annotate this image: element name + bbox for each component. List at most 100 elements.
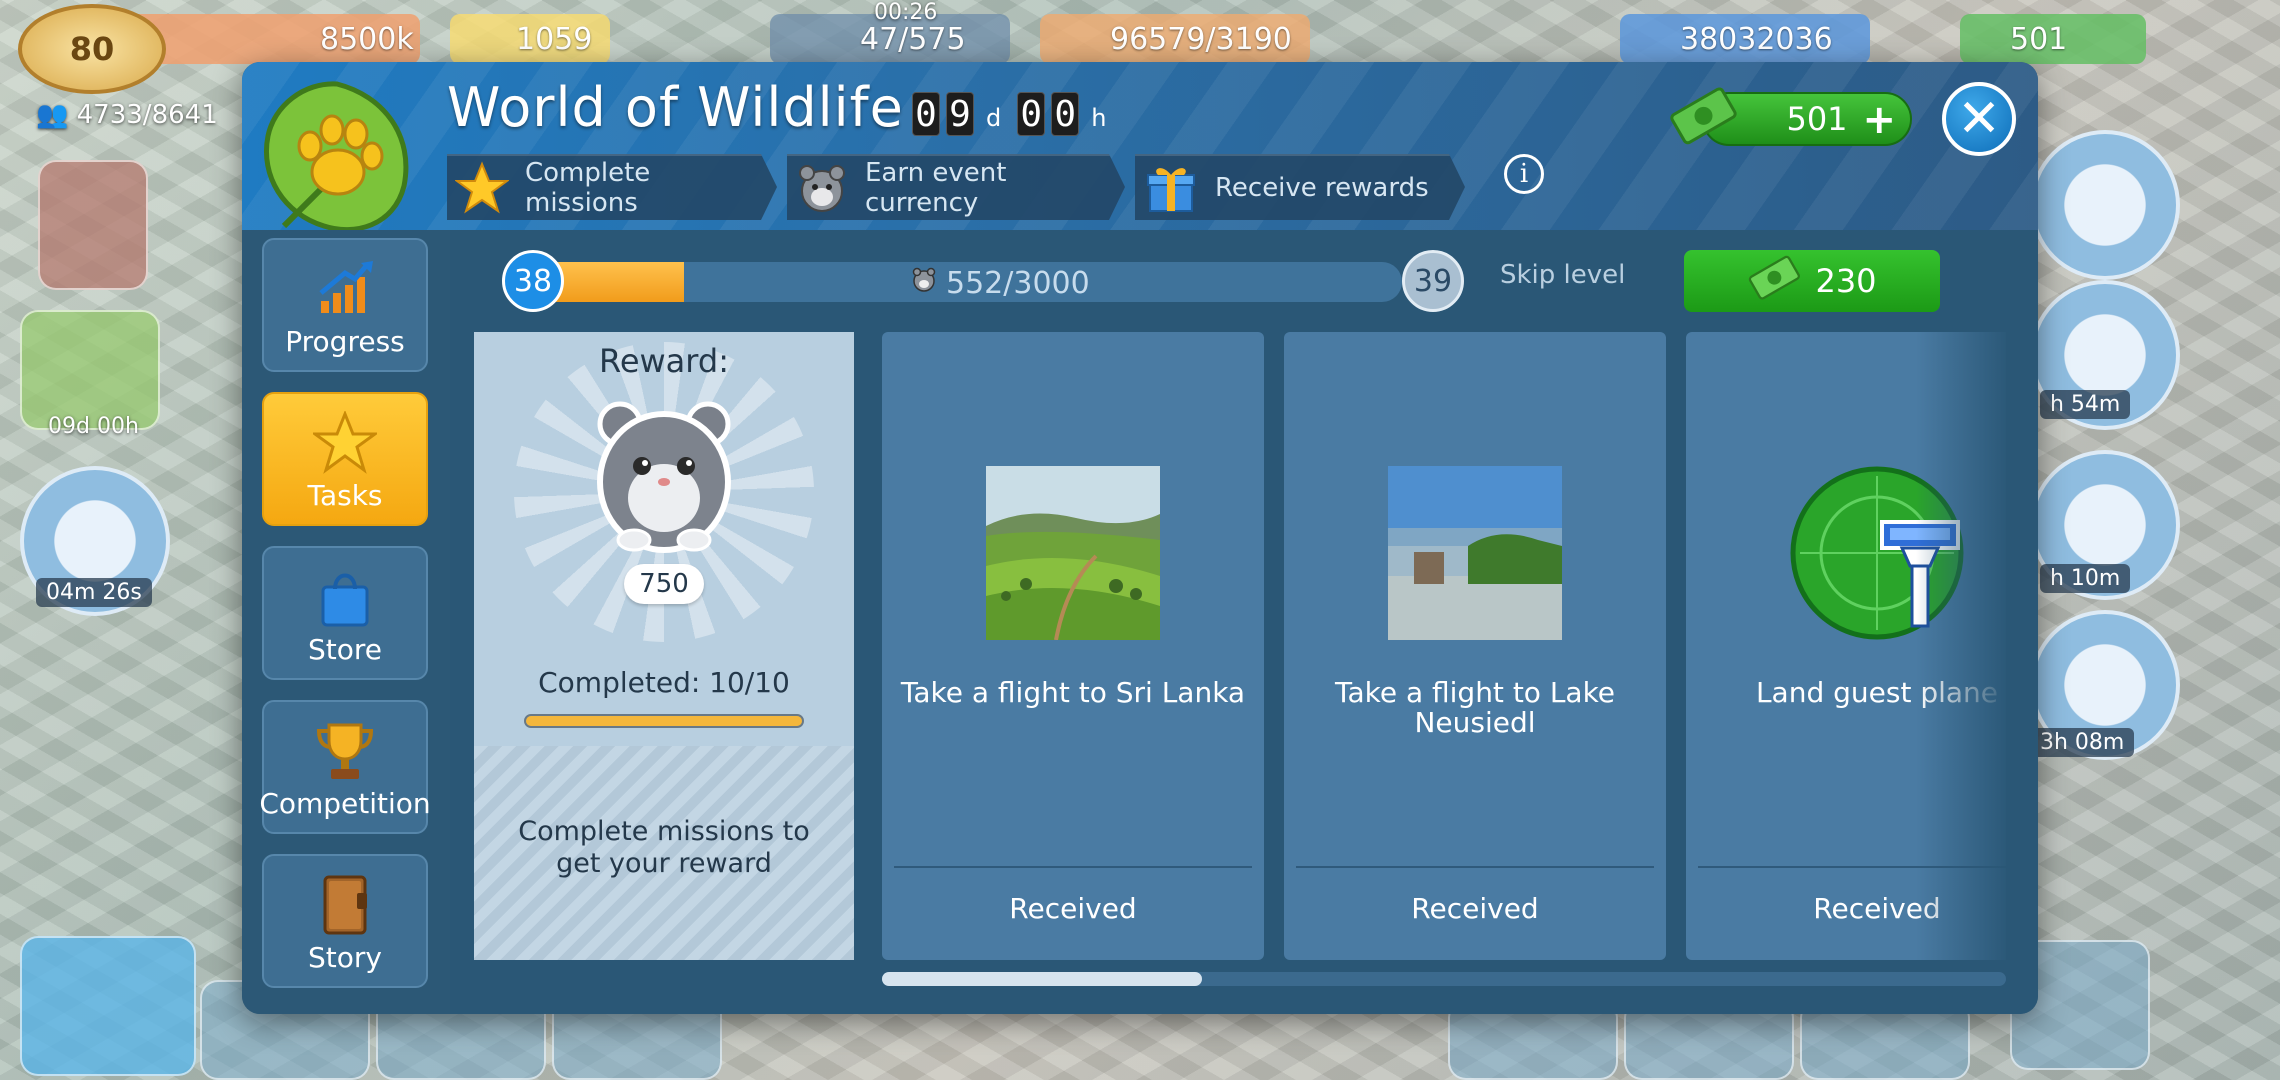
event-sidebar: Progress Tasks Store Competition Story: [242, 230, 450, 1014]
step-earn-currency[interactable]: Earn event currency: [787, 154, 1125, 220]
missions-scrollbar-thumb[interactable]: [882, 972, 1202, 986]
gift-icon: [1143, 160, 1199, 216]
dialog-header: World of Wildlife 0 9 d 0 0 h Complete m…: [242, 62, 2038, 233]
tower-widget[interactable]: [2030, 130, 2180, 280]
event-dialog: World of Wildlife 0 9 d 0 0 h Complete m…: [242, 62, 2038, 1014]
sidebar-item-label: Competition: [259, 787, 431, 820]
tasks-content: 38 39 552/3000 Skip level 230 Reward: 75…: [450, 230, 2038, 1014]
close-button[interactable]: ✕: [1942, 82, 2016, 156]
paw-leaf-icon: [254, 76, 420, 242]
bills-counter[interactable]: 501: [1960, 14, 2146, 64]
reward-progress-fill: [526, 716, 802, 726]
star-icon: [455, 160, 509, 216]
book-icon: [313, 873, 377, 937]
reward-hint-area: Complete missions to get your reward: [474, 746, 854, 960]
missions-list[interactable]: Take a flight to Sri Lanka Received Take…: [882, 332, 2006, 960]
right-timer-1-value: h 54m: [2050, 392, 2121, 417]
coins-value: 8500k: [320, 21, 414, 57]
stars-value: 1059: [516, 21, 593, 57]
clock-value: 00:26: [874, 0, 938, 25]
reward-progress-track: [524, 714, 804, 728]
sidebar-item-label: Store: [307, 633, 382, 666]
countdown-digit: 0: [1051, 92, 1080, 136]
right-timer-3-value: 3h 08m: [2040, 730, 2125, 755]
countdown-digit: 0: [912, 92, 940, 136]
cargo-value: 96579/3190: [1110, 21, 1292, 57]
mission-divider: [1296, 866, 1654, 868]
sidebar-item-progress[interactable]: Progress: [262, 238, 428, 372]
banknote-icon: [1747, 250, 1801, 312]
info-button[interactable]: i: [1504, 154, 1544, 194]
alert-timer-value: 04m 26s: [46, 580, 142, 605]
countdown-unit-days: d: [986, 104, 1002, 132]
event-currency-value: 501: [1786, 100, 1848, 138]
population-value: 4733/8641: [76, 100, 218, 130]
mission-status: Received: [1411, 892, 1539, 925]
sidebar-item-store[interactable]: Store: [262, 546, 428, 680]
mission-divider: [894, 866, 1252, 868]
people-icon: 👥: [36, 100, 77, 130]
money-value: 38032036: [1680, 21, 1833, 57]
sidebar-item-story[interactable]: Story: [262, 854, 428, 988]
event-currency-pill[interactable]: 501 +: [1670, 87, 1912, 146]
mission-divider: [1698, 866, 2006, 868]
add-currency-icon[interactable]: +: [1862, 100, 1896, 140]
level-progress-value: 552/3000: [946, 266, 1090, 301]
player-level-badge[interactable]: 80: [18, 4, 166, 94]
mission-status: Received: [1813, 892, 1941, 925]
mission-text: Take a flight to Lake Neusiedl: [1334, 676, 1616, 739]
cargo-counter[interactable]: 96579/3190: [1040, 14, 1310, 64]
level-progress-label: 552/3000: [912, 266, 1090, 301]
clock-display: 00:26: [874, 0, 937, 25]
control-tower-radar-icon: [1790, 466, 1964, 640]
missions-scrollbar[interactable]: [882, 972, 2006, 986]
reward-amount: 750: [624, 564, 704, 604]
countdown-digit: 0: [1017, 92, 1046, 136]
reward-completed: Completed: 10/10: [538, 666, 790, 699]
money-counter[interactable]: 38032036: [1620, 14, 1870, 64]
sidebar-item-tasks[interactable]: Tasks: [262, 392, 428, 526]
mission-status: Received: [1009, 892, 1137, 925]
event-steps: Complete missions Earn event currency Re…: [447, 154, 1465, 220]
step-complete-missions[interactable]: Complete missions: [447, 154, 777, 220]
current-level: 38: [502, 250, 564, 312]
sidebar-item-label: Story: [308, 941, 382, 974]
event-title: World of Wildlife: [447, 76, 904, 139]
right-timer-2: h 10m: [2040, 564, 2131, 593]
mission-text: Land guest plane: [1755, 676, 1999, 709]
hamster-icon: [594, 394, 734, 554]
trophy-icon: [313, 719, 377, 783]
step-receive-rewards[interactable]: Receive rewards: [1135, 154, 1465, 220]
event-countdown: 0 9 d 0 0 h: [912, 92, 1116, 136]
sidebar-item-competition[interactable]: Competition: [259, 700, 431, 834]
skip-level-button[interactable]: 230: [1684, 250, 1940, 312]
right-timer-2-value: h 10m: [2050, 566, 2121, 591]
reward-card: Reward: 750 Completed: 10/10 Complete mi…: [474, 332, 854, 960]
event-timer: 09d 00h: [48, 414, 139, 439]
mission-card[interactable]: Land guest plane Received: [1686, 332, 2006, 960]
chart-arrow-icon: [313, 257, 377, 321]
wallet-widget[interactable]: [38, 160, 148, 290]
countdown-unit-hours: h: [1091, 104, 1107, 132]
sidebar-item-label: Tasks: [307, 479, 383, 512]
stars-counter[interactable]: 1059: [450, 14, 610, 64]
countdown-digit: 9: [946, 92, 974, 136]
alert-timer: 04m 26s: [36, 578, 152, 607]
mission-card[interactable]: Take a flight to Lake Neusiedl Received: [1284, 332, 1666, 960]
flights-value: 47/575: [860, 21, 966, 57]
player-level-value: 80: [69, 30, 115, 68]
sidebar-item-label: Progress: [285, 325, 405, 358]
tea-plantation-photo: [986, 466, 1160, 640]
event-widget[interactable]: [20, 310, 160, 430]
hamster-icon: [912, 266, 936, 301]
step-label: Earn event currency: [865, 158, 1007, 218]
reward-title: Reward:: [599, 342, 729, 380]
level-progress-bar: 38 39 552/3000: [502, 250, 1464, 312]
mission-text: Take a flight to Sri Lanka: [900, 676, 1246, 709]
population-counter: 👥 4733/8641: [36, 100, 218, 130]
mission-card[interactable]: Take a flight to Sri Lanka Received: [882, 332, 1264, 960]
world-map-button[interactable]: [20, 936, 196, 1076]
lake-reeds-photo: [1388, 466, 1562, 640]
bills-value: 501: [2010, 21, 2068, 57]
next-level: 39: [1402, 250, 1464, 312]
